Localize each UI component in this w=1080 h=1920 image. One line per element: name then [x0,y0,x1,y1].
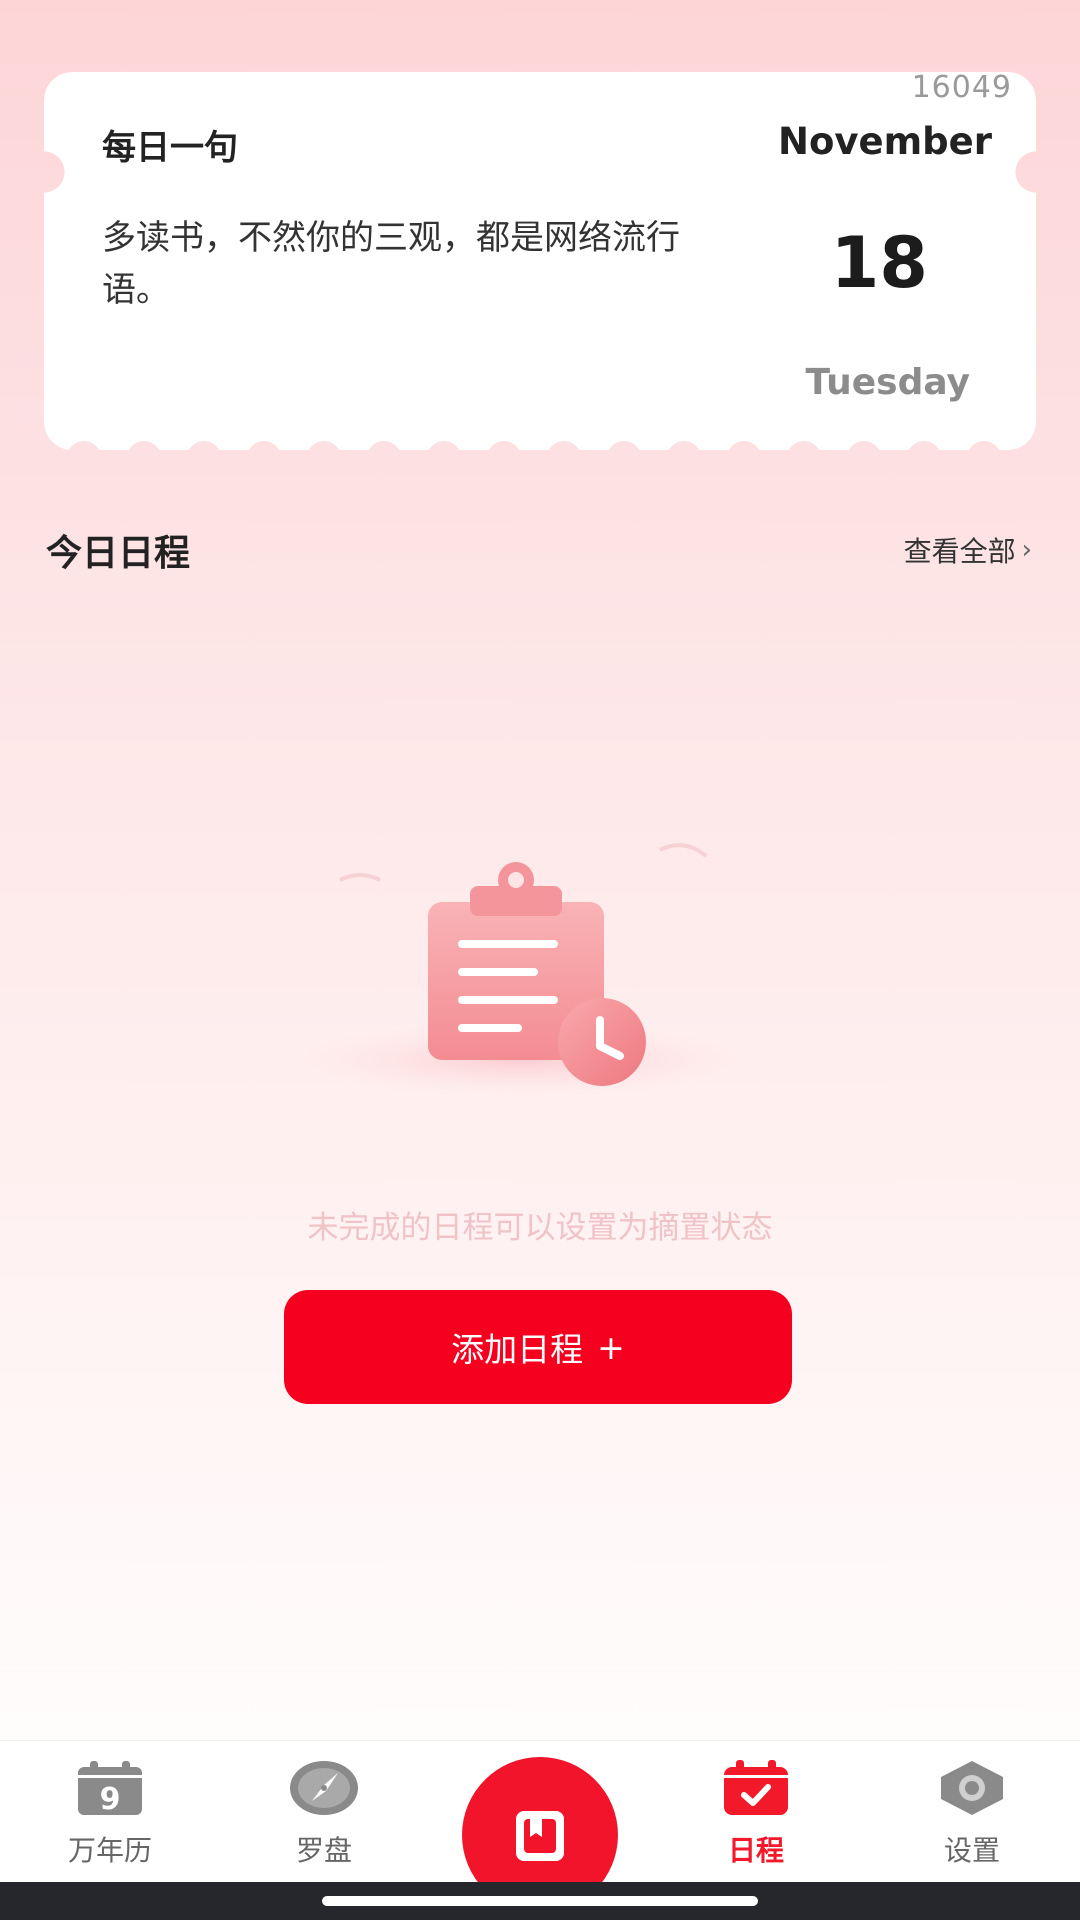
plus-icon: + [597,1327,625,1367]
bottom-nav: 9 万年历 罗盘 日程 设置 [0,1740,1080,1913]
section-title-today-schedule: 今日日程 [46,533,191,574]
view-all-label: 查看全部 [903,535,1016,568]
tab-schedule[interactable]: 日程 [676,1759,836,1869]
add-schedule-label: 添加日程 [451,1330,584,1369]
hex-nut-settings-icon [941,1761,1003,1815]
empty-state-hint: 未完成的日程可以设置为摘置状态 [307,1210,773,1246]
chevron-right-icon: › [1021,535,1032,565]
tab-compass[interactable]: 罗盘 [244,1759,404,1869]
calendar-icon-digit: 9 [100,1782,121,1817]
system-navigation-bar [0,1882,1080,1920]
compass-icon [290,1761,358,1815]
date-day: 18 [830,222,928,304]
schedule-screen: 16049 每日一句 多读书，不然你的三观，都是网络流行语。 November … [0,0,1080,1920]
view-all-link[interactable]: 查看全部 › [904,530,1032,570]
date-weekday: Tuesday [805,362,971,403]
quote-text: 多读书，不然你的三观，都是网络流行语。 [102,218,680,310]
calendar-9-icon: 9 [78,1761,142,1817]
add-schedule-button[interactable]: 添加日程 + [284,1290,792,1404]
ticket-scallop-edge [67,441,1001,458]
quote-counter: 16049 [911,70,1012,105]
tab-label: 设置 [943,1834,1000,1867]
tab-label: 罗盘 [295,1834,352,1867]
tab-settings[interactable]: 设置 [892,1759,1052,1869]
book-icon [516,1811,564,1861]
quote-title: 每日一句 [102,128,238,168]
tab-label: 日程 [727,1834,784,1867]
home-indicator[interactable] [322,1896,758,1906]
calendar-check-icon [724,1760,788,1815]
daily-quote-card[interactable]: 16049 每日一句 多读书，不然你的三观，都是网络流行语。 November … [44,70,1036,458]
tab-label: 万年历 [67,1834,152,1867]
clipboard-clock-icon [290,843,750,1096]
date-month: November [778,120,992,163]
tab-perpetual-calendar[interactable]: 9 万年历 [30,1759,190,1869]
